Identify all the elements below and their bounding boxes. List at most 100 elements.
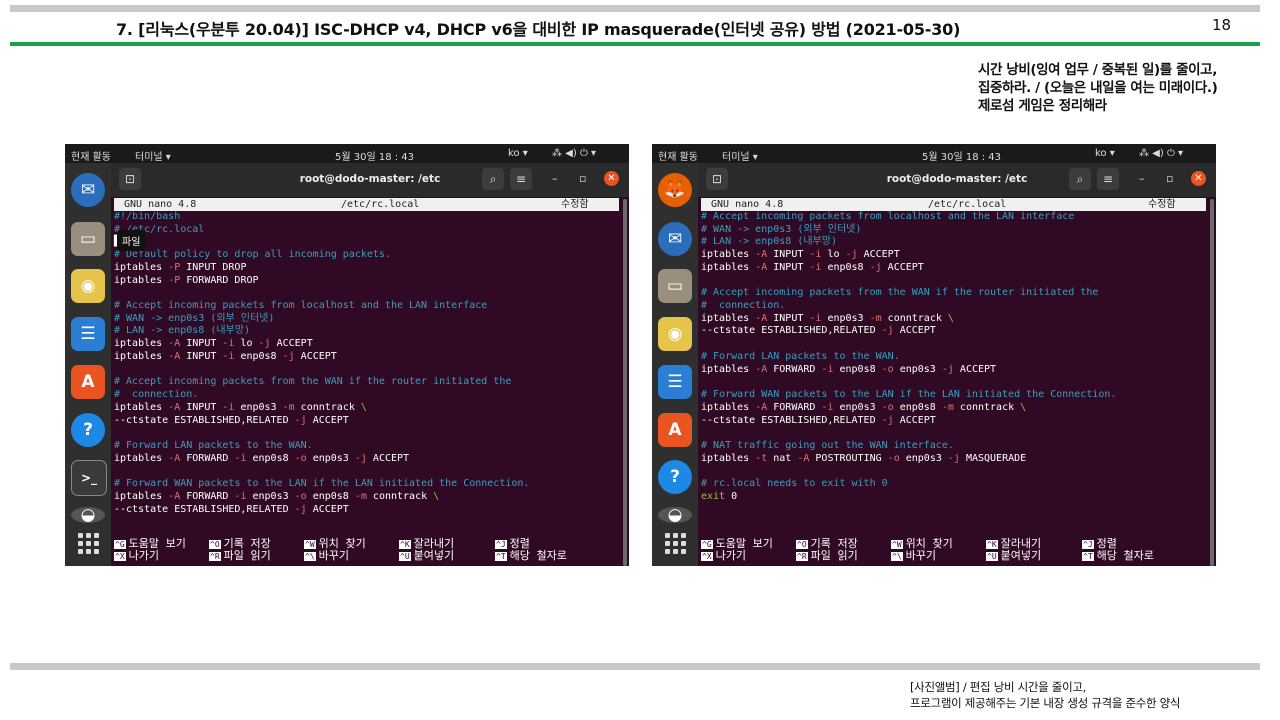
code-token: -A [168, 350, 181, 362]
thunderbird-icon[interactable]: ✉ [71, 173, 105, 207]
clock[interactable]: 5월 30일 18 : 43 [335, 148, 414, 163]
app-grid-icon[interactable] [78, 533, 100, 555]
code-token: INPUT [767, 312, 810, 324]
code-token: INPUT DROP [180, 261, 247, 273]
hamburger-menu-icon[interactable]: ≡ [1097, 168, 1119, 190]
code-token: iptables [114, 274, 169, 286]
code-token: iptables [114, 401, 169, 413]
code-token: enp0s8 [306, 490, 355, 502]
rhythmbox-icon[interactable]: ◉ [71, 269, 105, 303]
code-token: conntrack [953, 401, 1021, 413]
code-line: iptables -A INPUT -i enp0s8 -j ACCEPT [701, 262, 1206, 275]
nano-version: GNU nano 4.8 [711, 199, 784, 210]
gnome-top-bar: 현재 활동 터미널 ▾ 5월 30일 18 : 43 ko ▾ ⁂ ◀) ⏻ ▾ [65, 144, 629, 163]
app-grid-icon[interactable] [665, 533, 687, 555]
code-line: --ctstate ESTABLISHED,RELATED -j ACCEPT [114, 504, 619, 517]
code-token: FORWARD [767, 363, 822, 375]
app-menu[interactable]: 터미널 ▾ [722, 148, 758, 163]
page-number: 18 [1212, 16, 1232, 34]
maximize-icon[interactable]: ▫ [579, 172, 586, 185]
help-icon[interactable]: ? [658, 460, 692, 494]
scrollbar[interactable] [1210, 199, 1214, 566]
minimize-icon[interactable]: – [552, 172, 558, 185]
code-line: # WAN -> enp0s3 (외부 인터넷) [701, 224, 1206, 237]
disk-icon[interactable]: ◒ [658, 505, 692, 525]
clock[interactable]: 5월 30일 18 : 43 [922, 148, 1001, 163]
terminal-icon[interactable]: >_ [71, 460, 107, 496]
thunderbird-icon[interactable]: ✉ [658, 222, 692, 256]
files-icon[interactable]: ▭ [658, 269, 692, 303]
writer-icon[interactable]: ☰ [71, 317, 105, 351]
rhythmbox-icon[interactable]: ◉ [658, 317, 692, 351]
code-token: exit [701, 490, 732, 502]
code-token: # WAN -> enp0s3 (외부 인터넷) [114, 312, 275, 324]
code-token: --ctstate ESTABLISHED,RELATED [701, 414, 882, 426]
nano-shortcut: ^X 나가기 [114, 550, 159, 563]
code-line: iptables -A FORWARD -i enp0s3 -o enp0s8 … [701, 402, 1206, 415]
motto-text: 시간 낭비(잉여 업무 / 중복된 일)를 줄이고, 집중하라. / (오늘은 … [978, 61, 1278, 115]
code-token: -j [354, 452, 367, 464]
hamburger-menu-icon[interactable]: ≡ [510, 168, 532, 190]
code-token: nat [767, 452, 798, 464]
shortcut-key: ^\ [891, 552, 903, 561]
help-icon[interactable]: ? [71, 413, 105, 447]
code-token: enp0s8 [246, 452, 295, 464]
app-menu[interactable]: 터미널 ▾ [135, 148, 171, 163]
terminal-content[interactable]: GNU nano 4.8 /etc/rc.local 수정함 #!/bin/ba… [114, 198, 619, 566]
code-line: # /etc/rc.local [114, 224, 619, 237]
code-token: ACCEPT [893, 325, 936, 337]
software-center-icon[interactable]: A [71, 365, 105, 399]
shortcut-key: ^U [986, 552, 998, 561]
close-icon[interactable]: ✕ [604, 171, 619, 186]
motto-line: 집중하라. / (오늘은 내일을 여는 미래이다.) [978, 80, 1218, 96]
code-token: -A [755, 249, 768, 261]
code-token: -j [869, 261, 882, 273]
code-token: # Forward WAN packets to the LAN if the … [114, 478, 530, 490]
writer-icon[interactable]: ☰ [658, 365, 692, 399]
terminal-headerbar: ⊡ root@dodo-master: /etc ⌕ ≡ – ▫ ✕ [111, 163, 629, 197]
code-token: INPUT [767, 261, 810, 273]
code-token: iptables [701, 401, 756, 413]
code-token: #!/bin/bash [114, 211, 181, 222]
code-token: -A [755, 401, 768, 413]
activities-button[interactable]: 현재 활동 [658, 148, 698, 163]
code-token: FORWARD [767, 401, 822, 413]
files-icon[interactable]: ▭ [71, 222, 105, 256]
code-token: # Forward LAN packets to the WAN. [701, 350, 900, 362]
input-method-menu[interactable]: ko ▾ [508, 148, 528, 159]
code-token: ACCEPT [294, 350, 337, 362]
editor-buffer[interactable]: #!/bin/bash # /etc/rc.local▌# Default pol… [114, 211, 619, 516]
terminal-content[interactable]: GNU nano 4.8 /etc/rc.local 수정함 # Accept … [701, 198, 1206, 566]
input-method-menu[interactable]: ko ▾ [1095, 148, 1115, 159]
code-token: iptables [114, 338, 169, 350]
minimize-icon[interactable]: – [1139, 172, 1145, 185]
activities-button[interactable]: 현재 활동 [71, 148, 111, 163]
code-token: lo [821, 249, 846, 261]
editor-buffer[interactable]: # Accept incoming packets from localhost… [701, 211, 1206, 504]
shortcut-key: ^G [114, 540, 126, 549]
code-token: -j [294, 414, 307, 426]
code-token: -A [168, 490, 181, 502]
code-line: # Accept incoming packets from localhost… [114, 300, 619, 313]
code-token: # connection. [114, 389, 199, 401]
software-center-icon[interactable]: A [658, 413, 692, 447]
shortcut-label: 해당 철자로 [509, 549, 567, 562]
nano-title-bar: GNU nano 4.8 /etc/rc.local 수정함 [114, 198, 619, 211]
close-icon[interactable]: ✕ [1191, 171, 1206, 186]
code-token: POSTROUTING [809, 452, 888, 464]
disk-icon[interactable]: ◒ [71, 505, 105, 525]
scrollbar[interactable] [623, 199, 627, 566]
search-icon[interactable]: ⌕ [1069, 168, 1091, 190]
search-icon[interactable]: ⌕ [482, 168, 504, 190]
firefox-icon[interactable]: 🦊 [658, 173, 692, 207]
code-token: -A [755, 363, 768, 375]
system-status-icons[interactable]: ⁂ ◀) ⏻ ▾ [1139, 148, 1183, 159]
code-token: conntrack [366, 490, 434, 502]
code-token: -j [941, 363, 954, 375]
maximize-icon[interactable]: ▫ [1166, 172, 1173, 185]
system-status-icons[interactable]: ⁂ ◀) ⏻ ▾ [552, 148, 596, 159]
